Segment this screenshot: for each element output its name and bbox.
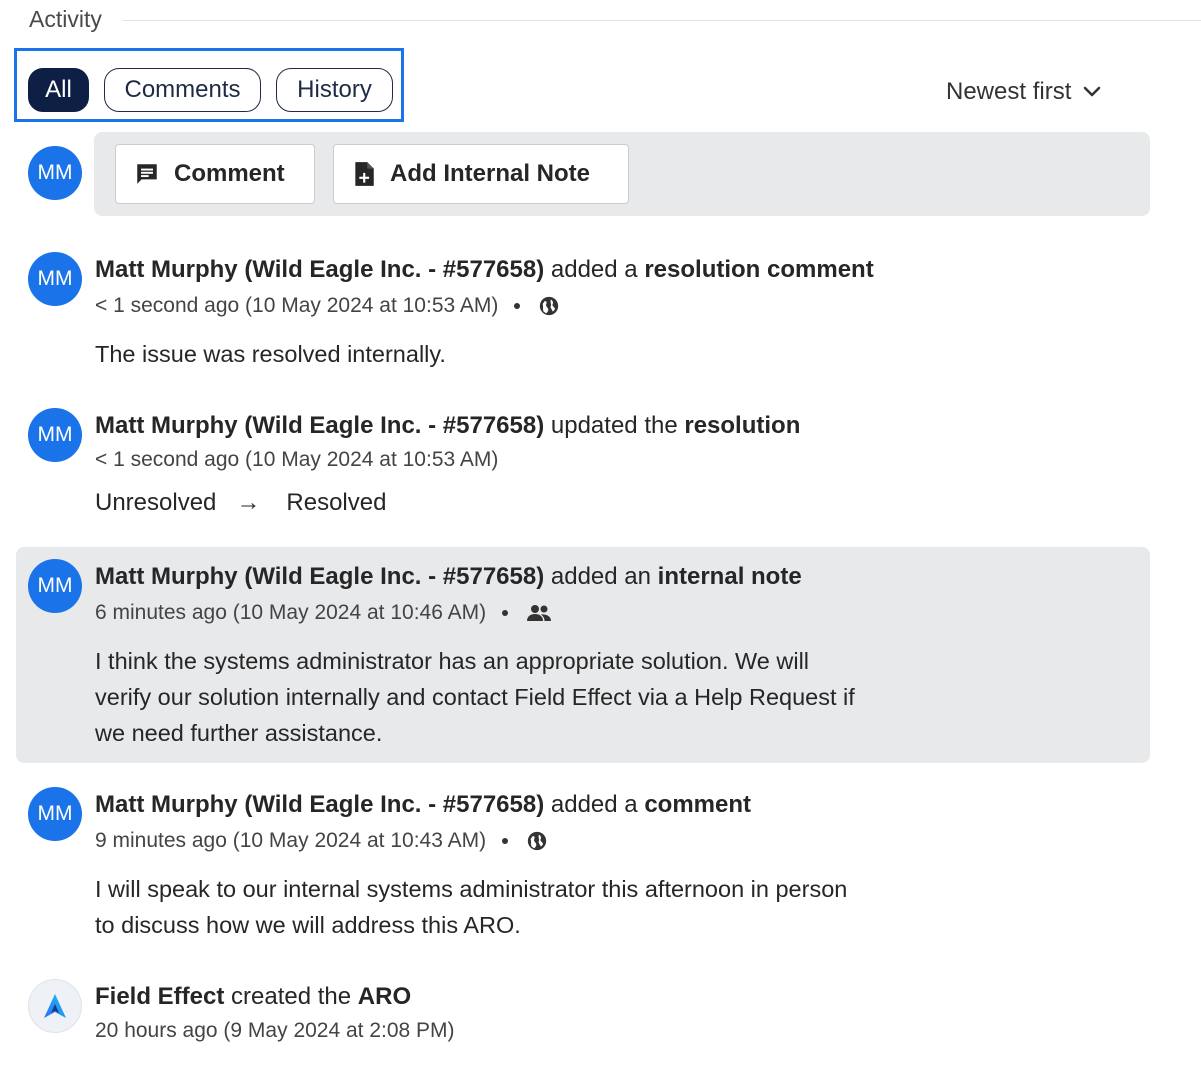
entry-body: I think the systems administrator has an… <box>95 643 975 751</box>
separator-dot <box>502 838 509 844</box>
entry-verb: updated the <box>550 412 678 439</box>
change-to: Resolved <box>286 489 387 516</box>
avatar: MM <box>28 559 82 613</box>
actor-name: Field Effect <box>95 983 225 1010</box>
comment-icon <box>137 164 157 184</box>
entry-timestamp: < 1 second ago (10 May 2024 at 10:53 AM) <box>95 294 499 317</box>
entry-meta: 20 hours ago (9 May 2024 at 2:08 PM) <box>95 1019 455 1043</box>
entry-object: internal note <box>657 563 802 590</box>
entry-object: ARO <box>357 983 412 1010</box>
separator-dot <box>514 303 521 309</box>
body-line: verify our solution internally and conta… <box>95 684 855 710</box>
body-line: I think the systems administrator has an… <box>95 648 810 674</box>
entry-verb: added an <box>550 563 651 590</box>
body-line: I will speak to our internal systems adm… <box>95 876 848 902</box>
actor-name: Matt Murphy (Wild Eagle Inc. - #577658) <box>95 563 545 590</box>
entry-meta: < 1 second ago (10 May 2024 at 10:53 AM) <box>95 448 498 472</box>
entry-body: The issue was resolved internally. <box>95 341 446 367</box>
avatar: MM <box>28 787 82 841</box>
comment-button[interactable]: Comment <box>115 144 315 204</box>
entry-meta: 6 minutes ago (10 May 2024 at 10:46 AM) <box>95 601 552 625</box>
globe-icon <box>540 296 559 316</box>
entry-timestamp: 20 hours ago (9 May 2024 at 2:08 PM) <box>95 1019 455 1042</box>
tab-all[interactable]: All <box>28 68 89 112</box>
field-effect-avatar <box>28 979 82 1033</box>
sort-dropdown[interactable]: Newest first <box>946 78 1101 106</box>
entry-timestamp: 9 minutes ago (10 May 2024 at 10:43 AM) <box>95 829 487 852</box>
section-title: Activity <box>29 6 102 32</box>
globe-icon <box>527 831 547 851</box>
activity-header: Activity <box>29 6 1201 33</box>
entry-verb: added a <box>550 256 638 283</box>
entry-timestamp: < 1 second ago (10 May 2024 at 10:53 AM) <box>95 448 499 471</box>
entry-object: resolution comment <box>644 256 874 283</box>
tab-history[interactable]: History <box>276 68 393 112</box>
sort-label: Newest first <box>946 78 1072 105</box>
add-internal-note-label: Add Internal Note <box>390 160 591 187</box>
people-icon <box>527 605 552 621</box>
chevron-down-icon <box>1084 86 1101 97</box>
avatar: MM <box>28 146 82 200</box>
body-line: we need further assistance. <box>95 720 383 746</box>
header-divider <box>121 20 1201 21</box>
body-line: to discuss how we will address this ARO. <box>95 912 521 938</box>
field-effect-logo-icon <box>44 994 66 1018</box>
entry-body: I will speak to our internal systems adm… <box>95 871 975 943</box>
arrow-right-icon: → <box>236 489 261 516</box>
resolution-change: Unresolved → Resolved <box>95 489 386 517</box>
avatar: MM <box>28 408 82 462</box>
separator-dot <box>502 610 509 616</box>
entry-timestamp: 6 minutes ago (10 May 2024 at 10:46 AM) <box>95 601 487 624</box>
entry-object: resolution <box>684 412 801 439</box>
add-internal-note-button[interactable]: Add Internal Note <box>333 144 629 204</box>
actor-name: Matt Murphy (Wild Eagle Inc. - #577658) <box>95 412 545 439</box>
comment-button-label: Comment <box>174 160 285 187</box>
entry-verb: added a <box>550 791 638 818</box>
entry-verb: created the <box>231 983 352 1010</box>
entry-meta: 9 minutes ago (10 May 2024 at 10:43 AM) <box>95 829 548 853</box>
actor-name: Matt Murphy (Wild Eagle Inc. - #577658) <box>95 791 545 818</box>
entry-title: Matt Murphy (Wild Eagle Inc. - #577658) … <box>95 256 874 284</box>
entry-meta: < 1 second ago (10 May 2024 at 10:53 AM) <box>95 294 560 318</box>
activity-panel: Activity All Comments History Newest fir… <box>0 0 1201 1070</box>
avatar: MM <box>28 252 82 306</box>
entry-title: Matt Murphy (Wild Eagle Inc. - #577658) … <box>95 563 802 591</box>
actor-name: Matt Murphy (Wild Eagle Inc. - #577658) <box>95 256 545 283</box>
entry-title: Matt Murphy (Wild Eagle Inc. - #577658) … <box>95 791 751 819</box>
entry-object: comment <box>644 791 752 818</box>
entry-title: Field Effect created the ARO <box>95 983 411 1011</box>
entry-title: Matt Murphy (Wild Eagle Inc. - #577658) … <box>95 412 800 440</box>
note-add-icon <box>355 162 374 186</box>
change-from: Unresolved <box>95 489 217 516</box>
tab-comments[interactable]: Comments <box>104 68 261 112</box>
